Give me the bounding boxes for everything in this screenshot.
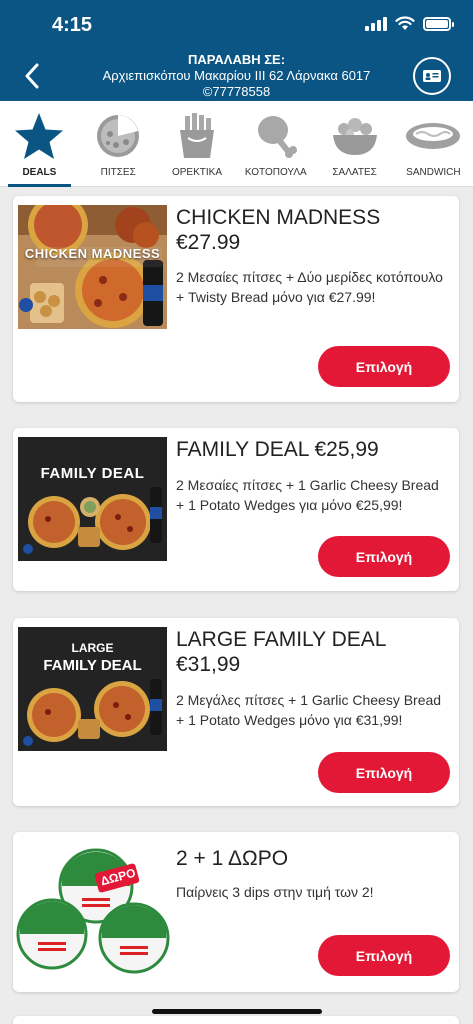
app-header: 4:15 ΠΑΡΑΛΑΒΗ ΣΕ: Αρχιεπισκόπου Μακαρίου… [0,0,473,101]
deal-image: ΔΩΡΟ [16,846,171,976]
deal-card-chicken-madness[interactable]: CHICKEN MADNESS CHICKEN MADNESS €27.99 2… [13,196,459,402]
tab-salads[interactable]: ΣΑΛΑΤΕΣ [315,101,394,187]
salad-bowl-icon [332,118,377,155]
select-button[interactable]: Επιλογή [318,752,450,793]
pizza-icon [97,115,140,157]
deal-title: FAMILY DEAL €25,99 [176,438,379,461]
chevron-left-icon [25,63,39,89]
back-button[interactable] [16,60,48,92]
deal-description: 2 Μεσαίες πίτσες + 1 Garlic Cheesy Bread… [176,477,439,513]
deal-image-text: CHICKEN MADNESS [24,246,161,261]
chicken-leg-icon [257,116,297,158]
id-card-icon [423,70,441,82]
deal-image: CHICKEN MADNESS [18,205,167,329]
tab-appetizers[interactable]: ΟΡΕΚΤΙΚΑ [158,101,237,187]
deal-image: LARGE FAMILY DEAL [18,627,167,751]
store-card-button[interactable] [413,57,451,95]
tab-label: ΚΟΤΟΠΟΥΛΑ [244,167,307,178]
deal-card-partial[interactable] [13,1016,459,1024]
tab-pizzas[interactable]: ΠΙΤΣΕΣ [79,101,158,187]
deal-title: LARGE FAMILY DEAL €31,99 [176,628,387,676]
tab-label: DEALS [22,167,57,178]
deal-description: 2 Μεσαίες πίτσες + Δύο μερίδες κοτόπουλο… [176,269,443,305]
deal-image-text: LARGE FAMILY DEAL [43,641,142,674]
home-indicator[interactable] [152,1009,322,1014]
cellular-signal-icon [365,16,387,31]
tab-label: ΣΑΛΑΤΕΣ [332,167,377,178]
select-button[interactable]: Επιλογή [318,935,450,976]
deal-image: FAMILY DEAL [18,437,167,561]
deal-card-dips-gift[interactable]: ΔΩΡΟ 2 + 1 ΔΩΡΟ Παίρνεις 3 dips στην τιμ… [13,832,459,992]
sandwich-icon [406,123,461,149]
deal-title: 2 + 1 ΔΩΡΟ [176,847,289,870]
deal-description: Παίρνεις 3 dips στην τιμή των 2! [176,884,374,900]
tab-chicken[interactable]: ΚΟΤΟΠΟΥΛΑ [236,101,315,187]
store-phone: ©77778558 [202,84,271,99]
deal-card-family-deal[interactable]: FAMILY DEAL FAMILY DEAL €25,99 2 Μεσαίες… [13,428,459,591]
tab-label: ΟΡΕΚΤΙΚΑ [171,167,222,178]
status-time: 4:15 [52,14,93,36]
deal-title: CHICKEN MADNESS €27.99 [176,206,381,254]
select-button[interactable]: Επιλογή [318,346,450,387]
star-icon [15,113,64,159]
active-tab-indicator [8,184,71,187]
store-address: Αρχιεπισκόπου Μακαρίου ΙΙΙ 62 Λάρνακα 60… [102,68,371,83]
tab-sandwich[interactable]: SANDWICH [394,101,473,187]
tab-label: ΠΙΤΣΕΣ [100,167,136,178]
tab-label: SANDWICH [406,167,461,178]
category-tabs: DEALS ΠΙΤΣΕΣ ΟΡΕΚΤΙΚΑ ΚΟΤΟΠΟΥΛΑ ΣΑΛΑΤΕΣ … [0,101,473,187]
pickup-info[interactable]: ΠΑΡΑΛΑΒΗ ΣΕ: Αρχιεπισκόπου Μακαρίου ΙΙΙ … [70,52,403,100]
tab-deals[interactable]: DEALS [0,101,79,187]
status-icons [365,16,454,31]
deal-description: 2 Μεγάλες πίτσες + 1 Garlic Cheesy Bread… [176,692,442,728]
deal-image-text: FAMILY DEAL [40,465,145,482]
status-bar: 4:15 [0,0,473,50]
wifi-icon [395,16,415,30]
fries-icon [179,113,214,158]
select-button[interactable]: Επιλογή [318,536,450,577]
pickup-title: ΠΑΡΑΛΑΒΗ ΣΕ: [187,52,286,67]
battery-icon [423,16,454,31]
deal-card-large-family-deal[interactable]: LARGE FAMILY DEAL LARGE FAMILY DEAL €31,… [13,618,459,806]
